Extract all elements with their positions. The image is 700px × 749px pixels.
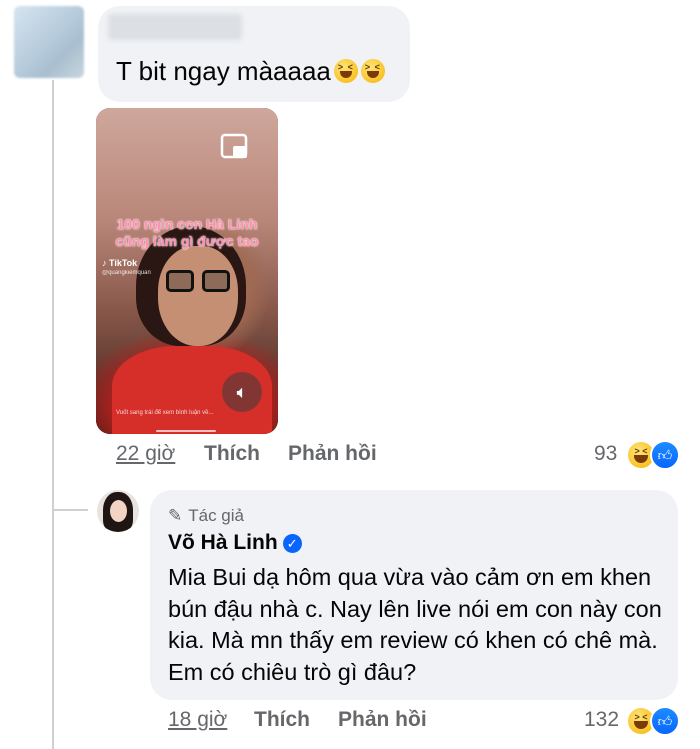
video-caption-line2: cũng làm gì được tao bbox=[115, 233, 259, 249]
pen-icon: ✎ bbox=[168, 506, 183, 525]
tiktok-watermark: ♪ TikTok bbox=[102, 258, 138, 268]
comment-actions: 22 giờ Thích Phản hồi bbox=[116, 442, 416, 468]
video-attachment[interactable]: 100 ngìn con Hà Linh cũng làm gì được ta… bbox=[96, 108, 278, 434]
reply-actions: 18 giờ Thích Phản hồi bbox=[168, 708, 468, 734]
video-progress-bar bbox=[156, 430, 216, 432]
reply-button[interactable]: Phản hồi bbox=[288, 442, 377, 466]
commenter-name-redacted bbox=[108, 14, 242, 40]
like-reaction-icon: 👍︎ bbox=[650, 440, 680, 470]
comment-text: T bit ngay màaaaa bbox=[116, 56, 385, 87]
thread-line-branch bbox=[52, 509, 88, 511]
laughing-emoji-icon bbox=[333, 59, 358, 83]
reply-reaction-count: 132 bbox=[584, 708, 620, 731]
video-swipe-hint: Vuốt sang trái để xem bình luận về... bbox=[116, 410, 214, 416]
reply-author-name-text[interactable]: Võ Hà Linh bbox=[168, 531, 278, 554]
reply-reply-button[interactable]: Phản hồi bbox=[338, 708, 427, 732]
author-badge: ✎ Tác giả bbox=[168, 506, 244, 526]
comment-timestamp[interactable]: 22 giờ bbox=[116, 442, 175, 466]
verified-badge-icon: ✓ bbox=[282, 534, 302, 553]
tiktok-username: @quangkiemquan bbox=[102, 270, 151, 276]
reply-text: Mia Bui dạ hôm qua vừa vào cảm ơn em khe… bbox=[168, 564, 662, 685]
thread-line-vertical bbox=[52, 80, 54, 749]
video-caption-line1: 100 ngìn con Hà Linh bbox=[116, 216, 258, 232]
laughing-emoji-icon bbox=[360, 59, 385, 83]
reply-author-avatar[interactable] bbox=[97, 490, 139, 532]
comment-reactions[interactable]: 93 👍︎ bbox=[592, 440, 688, 472]
like-button[interactable]: Thích bbox=[204, 442, 260, 466]
picture-in-picture-icon[interactable] bbox=[220, 132, 250, 162]
video-person-face bbox=[158, 246, 238, 346]
mute-icon[interactable]: 🔈︎ bbox=[222, 372, 262, 412]
reply-author-name[interactable]: Võ Hà Linh ✓ bbox=[168, 531, 302, 555]
reply-like-button[interactable]: Thích bbox=[254, 708, 310, 732]
author-badge-label: Tác giả bbox=[188, 506, 244, 525]
reaction-count: 93 bbox=[594, 442, 618, 465]
like-reaction-icon: 👍︎ bbox=[650, 706, 680, 736]
commenter-avatar[interactable] bbox=[14, 6, 84, 78]
reply-timestamp[interactable]: 18 giờ bbox=[168, 708, 227, 732]
video-person-glasses bbox=[166, 270, 232, 294]
reply-reactions[interactable]: 132 👍︎ bbox=[584, 706, 690, 738]
video-caption-overlay: 100 ngìn con Hà Linh cũng làm gì được ta… bbox=[102, 216, 272, 250]
comment-text-content: T bit ngay màaaaa bbox=[116, 56, 331, 86]
